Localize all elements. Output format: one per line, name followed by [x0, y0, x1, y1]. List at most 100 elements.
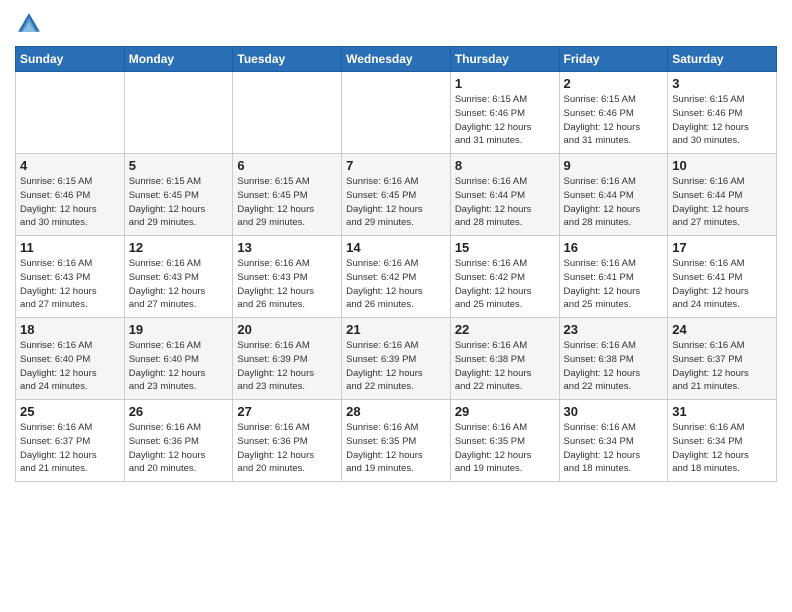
- weekday-header-tuesday: Tuesday: [233, 47, 342, 72]
- day-number: 21: [346, 322, 446, 337]
- day-number: 16: [564, 240, 664, 255]
- day-number: 17: [672, 240, 772, 255]
- calendar-cell: 3 Sunrise: 6:15 AM Sunset: 6:46 PM Daylig…: [668, 72, 777, 154]
- day-info: Sunrise: 6:16 AM Sunset: 6:38 PM Dayligh…: [564, 339, 664, 394]
- day-number: 2: [564, 76, 664, 91]
- calendar-week-1: 4 Sunrise: 6:15 AM Sunset: 6:46 PM Daylig…: [16, 154, 777, 236]
- day-number: 26: [129, 404, 229, 419]
- day-info: Sunrise: 6:16 AM Sunset: 6:38 PM Dayligh…: [455, 339, 555, 394]
- header: [15, 10, 777, 38]
- day-info: Sunrise: 6:16 AM Sunset: 6:44 PM Dayligh…: [564, 175, 664, 230]
- day-number: 31: [672, 404, 772, 419]
- logo: [15, 10, 47, 38]
- day-number: 4: [20, 158, 120, 173]
- calendar-cell: 26 Sunrise: 6:16 AM Sunset: 6:36 PM Dayli…: [124, 400, 233, 482]
- day-number: 23: [564, 322, 664, 337]
- day-info: Sunrise: 6:15 AM Sunset: 6:45 PM Dayligh…: [237, 175, 337, 230]
- calendar-cell: 10 Sunrise: 6:16 AM Sunset: 6:44 PM Dayli…: [668, 154, 777, 236]
- calendar-cell: 23 Sunrise: 6:16 AM Sunset: 6:38 PM Dayli…: [559, 318, 668, 400]
- day-number: 1: [455, 76, 555, 91]
- calendar-cell: 9 Sunrise: 6:16 AM Sunset: 6:44 PM Daylig…: [559, 154, 668, 236]
- day-info: Sunrise: 6:16 AM Sunset: 6:43 PM Dayligh…: [129, 257, 229, 312]
- day-info: Sunrise: 6:16 AM Sunset: 6:37 PM Dayligh…: [672, 339, 772, 394]
- logo-icon: [15, 10, 43, 38]
- day-info: Sunrise: 6:16 AM Sunset: 6:40 PM Dayligh…: [20, 339, 120, 394]
- day-number: 25: [20, 404, 120, 419]
- day-info: Sunrise: 6:16 AM Sunset: 6:35 PM Dayligh…: [346, 421, 446, 476]
- day-info: Sunrise: 6:16 AM Sunset: 6:40 PM Dayligh…: [129, 339, 229, 394]
- day-number: 14: [346, 240, 446, 255]
- day-info: Sunrise: 6:16 AM Sunset: 6:34 PM Dayligh…: [564, 421, 664, 476]
- calendar-cell: 20 Sunrise: 6:16 AM Sunset: 6:39 PM Dayli…: [233, 318, 342, 400]
- day-info: Sunrise: 6:16 AM Sunset: 6:41 PM Dayligh…: [672, 257, 772, 312]
- day-number: 3: [672, 76, 772, 91]
- calendar-body: 1 Sunrise: 6:15 AM Sunset: 6:46 PM Daylig…: [16, 72, 777, 482]
- day-number: 7: [346, 158, 446, 173]
- calendar-cell: 19 Sunrise: 6:16 AM Sunset: 6:40 PM Dayli…: [124, 318, 233, 400]
- day-info: Sunrise: 6:16 AM Sunset: 6:44 PM Dayligh…: [455, 175, 555, 230]
- day-number: 10: [672, 158, 772, 173]
- calendar-cell: 7Sunrise: 6:16 AM Sunset: 6:45 PM Daylig…: [342, 154, 451, 236]
- day-info: Sunrise: 6:16 AM Sunset: 6:44 PM Dayligh…: [672, 175, 772, 230]
- day-info: Sunrise: 6:16 AM Sunset: 6:39 PM Dayligh…: [237, 339, 337, 394]
- calendar-header: SundayMondayTuesdayWednesdayThursdayFrid…: [16, 47, 777, 72]
- calendar-cell: 4 Sunrise: 6:15 AM Sunset: 6:46 PM Daylig…: [16, 154, 125, 236]
- day-number: 13: [237, 240, 337, 255]
- day-number: 19: [129, 322, 229, 337]
- calendar-cell: 2 Sunrise: 6:15 AM Sunset: 6:46 PM Daylig…: [559, 72, 668, 154]
- day-info: Sunrise: 6:16 AM Sunset: 6:42 PM Dayligh…: [346, 257, 446, 312]
- day-number: 30: [564, 404, 664, 419]
- day-info: Sunrise: 6:15 AM Sunset: 6:45 PM Dayligh…: [129, 175, 229, 230]
- calendar-cell: 17 Sunrise: 6:16 AM Sunset: 6:41 PM Dayli…: [668, 236, 777, 318]
- calendar-week-0: 1 Sunrise: 6:15 AM Sunset: 6:46 PM Daylig…: [16, 72, 777, 154]
- day-info: Sunrise: 6:15 AM Sunset: 6:46 PM Dayligh…: [20, 175, 120, 230]
- day-number: 27: [237, 404, 337, 419]
- calendar-cell: [233, 72, 342, 154]
- calendar-cell: 11 Sunrise: 6:16 AM Sunset: 6:43 PM Dayli…: [16, 236, 125, 318]
- day-info: Sunrise: 6:16 AM Sunset: 6:43 PM Dayligh…: [237, 257, 337, 312]
- calendar-cell: 14 Sunrise: 6:16 AM Sunset: 6:42 PM Dayli…: [342, 236, 451, 318]
- day-info: Sunrise: 6:16 AM Sunset: 6:36 PM Dayligh…: [237, 421, 337, 476]
- day-number: 6: [237, 158, 337, 173]
- day-number: 12: [129, 240, 229, 255]
- day-number: 24: [672, 322, 772, 337]
- day-number: 20: [237, 322, 337, 337]
- calendar-table: SundayMondayTuesdayWednesdayThursdayFrid…: [15, 46, 777, 482]
- calendar-cell: 25Sunrise: 6:16 AM Sunset: 6:37 PM Dayli…: [16, 400, 125, 482]
- day-info: Sunrise: 6:16 AM Sunset: 6:34 PM Dayligh…: [672, 421, 772, 476]
- day-info: Sunrise: 6:16 AM Sunset: 6:42 PM Dayligh…: [455, 257, 555, 312]
- day-number: 9: [564, 158, 664, 173]
- calendar-week-3: 18 Sunrise: 6:16 AM Sunset: 6:40 PM Dayli…: [16, 318, 777, 400]
- weekday-header-thursday: Thursday: [450, 47, 559, 72]
- calendar-cell: 6 Sunrise: 6:15 AM Sunset: 6:45 PM Daylig…: [233, 154, 342, 236]
- page: SundayMondayTuesdayWednesdayThursdayFrid…: [0, 0, 792, 612]
- day-number: 11: [20, 240, 120, 255]
- calendar-cell: 27 Sunrise: 6:16 AM Sunset: 6:36 PM Dayli…: [233, 400, 342, 482]
- calendar-week-2: 11 Sunrise: 6:16 AM Sunset: 6:43 PM Dayli…: [16, 236, 777, 318]
- calendar-cell: 24 Sunrise: 6:16 AM Sunset: 6:37 PM Dayli…: [668, 318, 777, 400]
- calendar-cell: 29 Sunrise: 6:16 AM Sunset: 6:35 PM Dayli…: [450, 400, 559, 482]
- day-info: Sunrise: 6:16 AM Sunset: 6:39 PM Dayligh…: [346, 339, 446, 394]
- day-info: Sunrise: 6:16 AM Sunset: 6:35 PM Dayligh…: [455, 421, 555, 476]
- calendar-cell: [124, 72, 233, 154]
- day-info: Sunrise: 6:16 AM Sunset: 6:36 PM Dayligh…: [129, 421, 229, 476]
- day-info: Sunrise: 6:16 AM Sunset: 6:43 PM Dayligh…: [20, 257, 120, 312]
- calendar-cell: [16, 72, 125, 154]
- day-number: 18: [20, 322, 120, 337]
- calendar-cell: 21 Sunrise: 6:16 AM Sunset: 6:39 PM Dayli…: [342, 318, 451, 400]
- calendar-cell: 31 Sunrise: 6:16 AM Sunset: 6:34 PM Dayli…: [668, 400, 777, 482]
- day-number: 8: [455, 158, 555, 173]
- weekday-header-monday: Monday: [124, 47, 233, 72]
- day-number: 15: [455, 240, 555, 255]
- calendar-cell: 18 Sunrise: 6:16 AM Sunset: 6:40 PM Dayli…: [16, 318, 125, 400]
- calendar-cell: 13 Sunrise: 6:16 AM Sunset: 6:43 PM Dayli…: [233, 236, 342, 318]
- day-info: Sunrise: 6:15 AM Sunset: 6:46 PM Dayligh…: [564, 93, 664, 148]
- calendar-cell: 30 Sunrise: 6:16 AM Sunset: 6:34 PM Dayli…: [559, 400, 668, 482]
- day-info: Sunrise: 6:15 AM Sunset: 6:46 PM Dayligh…: [672, 93, 772, 148]
- calendar-cell: 15 Sunrise: 6:16 AM Sunset: 6:42 PM Dayli…: [450, 236, 559, 318]
- day-number: 22: [455, 322, 555, 337]
- day-info: Sunrise: 6:15 AM Sunset: 6:46 PM Dayligh…: [455, 93, 555, 148]
- weekday-header-friday: Friday: [559, 47, 668, 72]
- day-number: 29: [455, 404, 555, 419]
- calendar-cell: 8 Sunrise: 6:16 AM Sunset: 6:44 PM Daylig…: [450, 154, 559, 236]
